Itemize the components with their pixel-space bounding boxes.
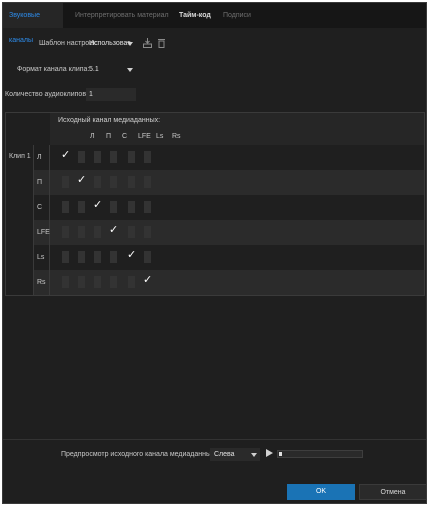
divider: [3, 439, 426, 440]
audio-channels-dialog: Звуковые каналы Интерпретировать материа…: [2, 2, 427, 504]
channel-checkbox[interactable]: [128, 176, 135, 188]
channel-checkbox-checked[interactable]: ✓: [61, 148, 71, 163]
channel-checkbox-checked[interactable]: ✓: [77, 173, 87, 188]
matrix-row: LFE ✓: [34, 220, 424, 245]
channel-checkbox[interactable]: [144, 251, 151, 263]
checkmark-icon: ✓: [127, 248, 137, 261]
channel-checkbox[interactable]: [110, 151, 117, 163]
channel-checkbox[interactable]: [110, 276, 117, 288]
preview-label: Предпросмотр исходного канала медиаданны…: [61, 451, 217, 458]
channel-matrix: Исходный канал медиаданных: Л П С LFE Ls Rs К…: [5, 112, 425, 296]
matrix-row: Ls ✓: [34, 245, 424, 270]
channel-checkbox[interactable]: [128, 226, 135, 238]
channel-checkbox[interactable]: [78, 201, 85, 213]
channel-checkbox[interactable]: [62, 226, 69, 238]
channel-checkbox[interactable]: [144, 151, 151, 163]
clip-label: Клип 1: [9, 153, 31, 160]
channel-checkbox-checked[interactable]: ✓: [127, 248, 137, 263]
channel-checkbox[interactable]: [144, 201, 151, 213]
chevron-down-icon[interactable]: [127, 42, 133, 46]
channel-checkbox[interactable]: [110, 201, 117, 213]
preview-channel-select[interactable]: Слева: [210, 448, 260, 461]
row-label: LFE: [37, 229, 50, 236]
matrix-row: С ✓: [34, 195, 424, 220]
channel-checkbox[interactable]: [78, 251, 85, 263]
channel-checkbox[interactable]: [62, 176, 69, 188]
row-label: Ls: [37, 254, 45, 261]
checkmark-icon: ✓: [77, 173, 87, 186]
chevron-down-icon: [251, 453, 257, 457]
preset-select[interactable]: Использоват: [89, 40, 130, 47]
checkmark-icon: ✓: [109, 223, 119, 236]
channel-checkbox[interactable]: [78, 226, 85, 238]
channel-checkbox[interactable]: [94, 151, 101, 163]
matrix-header-label: Исходный канал медиаданных:: [58, 117, 161, 124]
channel-checkbox[interactable]: [94, 251, 101, 263]
ok-button[interactable]: OK: [287, 484, 355, 500]
channel-checkbox[interactable]: [62, 276, 69, 288]
channel-checkbox-checked[interactable]: ✓: [93, 198, 103, 213]
row-label: С: [37, 204, 43, 211]
column-header: Л: [90, 133, 95, 140]
audio-clip-count-value: 1: [89, 91, 93, 98]
matrix-row: Л ✓: [34, 145, 424, 170]
scrubber-thumb[interactable]: [279, 452, 282, 456]
column-header: LFE: [138, 133, 151, 140]
cancel-button[interactable]: Отмена: [359, 484, 427, 500]
matrix-row: П ✓: [34, 170, 424, 195]
clip-column: Клип 1: [6, 145, 34, 296]
row-label: Л: [37, 154, 42, 161]
matrix-row: Rs ✓: [34, 270, 424, 295]
checkmark-icon: ✓: [61, 148, 71, 161]
play-icon[interactable]: [266, 449, 273, 457]
preview-channel-value: Слева: [214, 451, 235, 458]
channel-checkbox[interactable]: [128, 151, 135, 163]
row-label: П: [37, 179, 43, 186]
clip-format-label: Формат канала клипа:: [17, 66, 90, 73]
channel-checkbox[interactable]: [62, 201, 69, 213]
checkmark-icon: ✓: [93, 198, 103, 211]
tab-captions[interactable]: Подписи: [217, 3, 257, 28]
channel-checkbox[interactable]: [128, 201, 135, 213]
channel-checkbox[interactable]: [94, 176, 101, 188]
channel-checkbox[interactable]: [94, 276, 101, 288]
checkmark-icon: ✓: [143, 273, 153, 286]
column-header: Ls: [156, 133, 164, 140]
channel-checkbox[interactable]: [110, 251, 117, 263]
column-header: С: [122, 133, 128, 140]
tab-interpret-footage[interactable]: Интерпретировать материал: [69, 3, 175, 28]
channel-checkbox[interactable]: [110, 176, 117, 188]
channel-checkbox[interactable]: [144, 176, 151, 188]
channel-checkbox-checked[interactable]: ✓: [143, 273, 153, 288]
tab-audio-channels[interactable]: Звуковые каналы: [3, 3, 63, 44]
channel-checkbox[interactable]: [78, 151, 85, 163]
channel-checkbox[interactable]: [94, 226, 101, 238]
tab-bar: Звуковые каналы Интерпретировать материа…: [3, 3, 426, 44]
column-header: Rs: [172, 133, 181, 140]
channel-checkbox[interactable]: [128, 276, 135, 288]
chevron-down-icon[interactable]: [127, 68, 133, 72]
channel-checkbox[interactable]: [62, 251, 69, 263]
channel-checkbox[interactable]: [144, 226, 151, 238]
audio-clip-count-label: Количество аудиоклипов:: [5, 91, 88, 98]
row-label: Rs: [37, 279, 46, 286]
column-header: П: [106, 133, 112, 140]
clip-format-select[interactable]: 5.1: [89, 66, 99, 73]
save-preset-icon[interactable]: [143, 38, 152, 48]
matrix-header: Исходный канал медиаданных: Л П С LFE Ls Rs: [50, 113, 424, 145]
channel-checkbox[interactable]: [78, 276, 85, 288]
audio-clip-count-field[interactable]: 1: [86, 88, 136, 101]
trash-icon[interactable]: [157, 38, 166, 48]
channel-checkbox-checked[interactable]: ✓: [109, 223, 119, 238]
preview-scrubber[interactable]: [277, 450, 363, 458]
tab-timecode[interactable]: Тайм-код: [173, 3, 217, 28]
